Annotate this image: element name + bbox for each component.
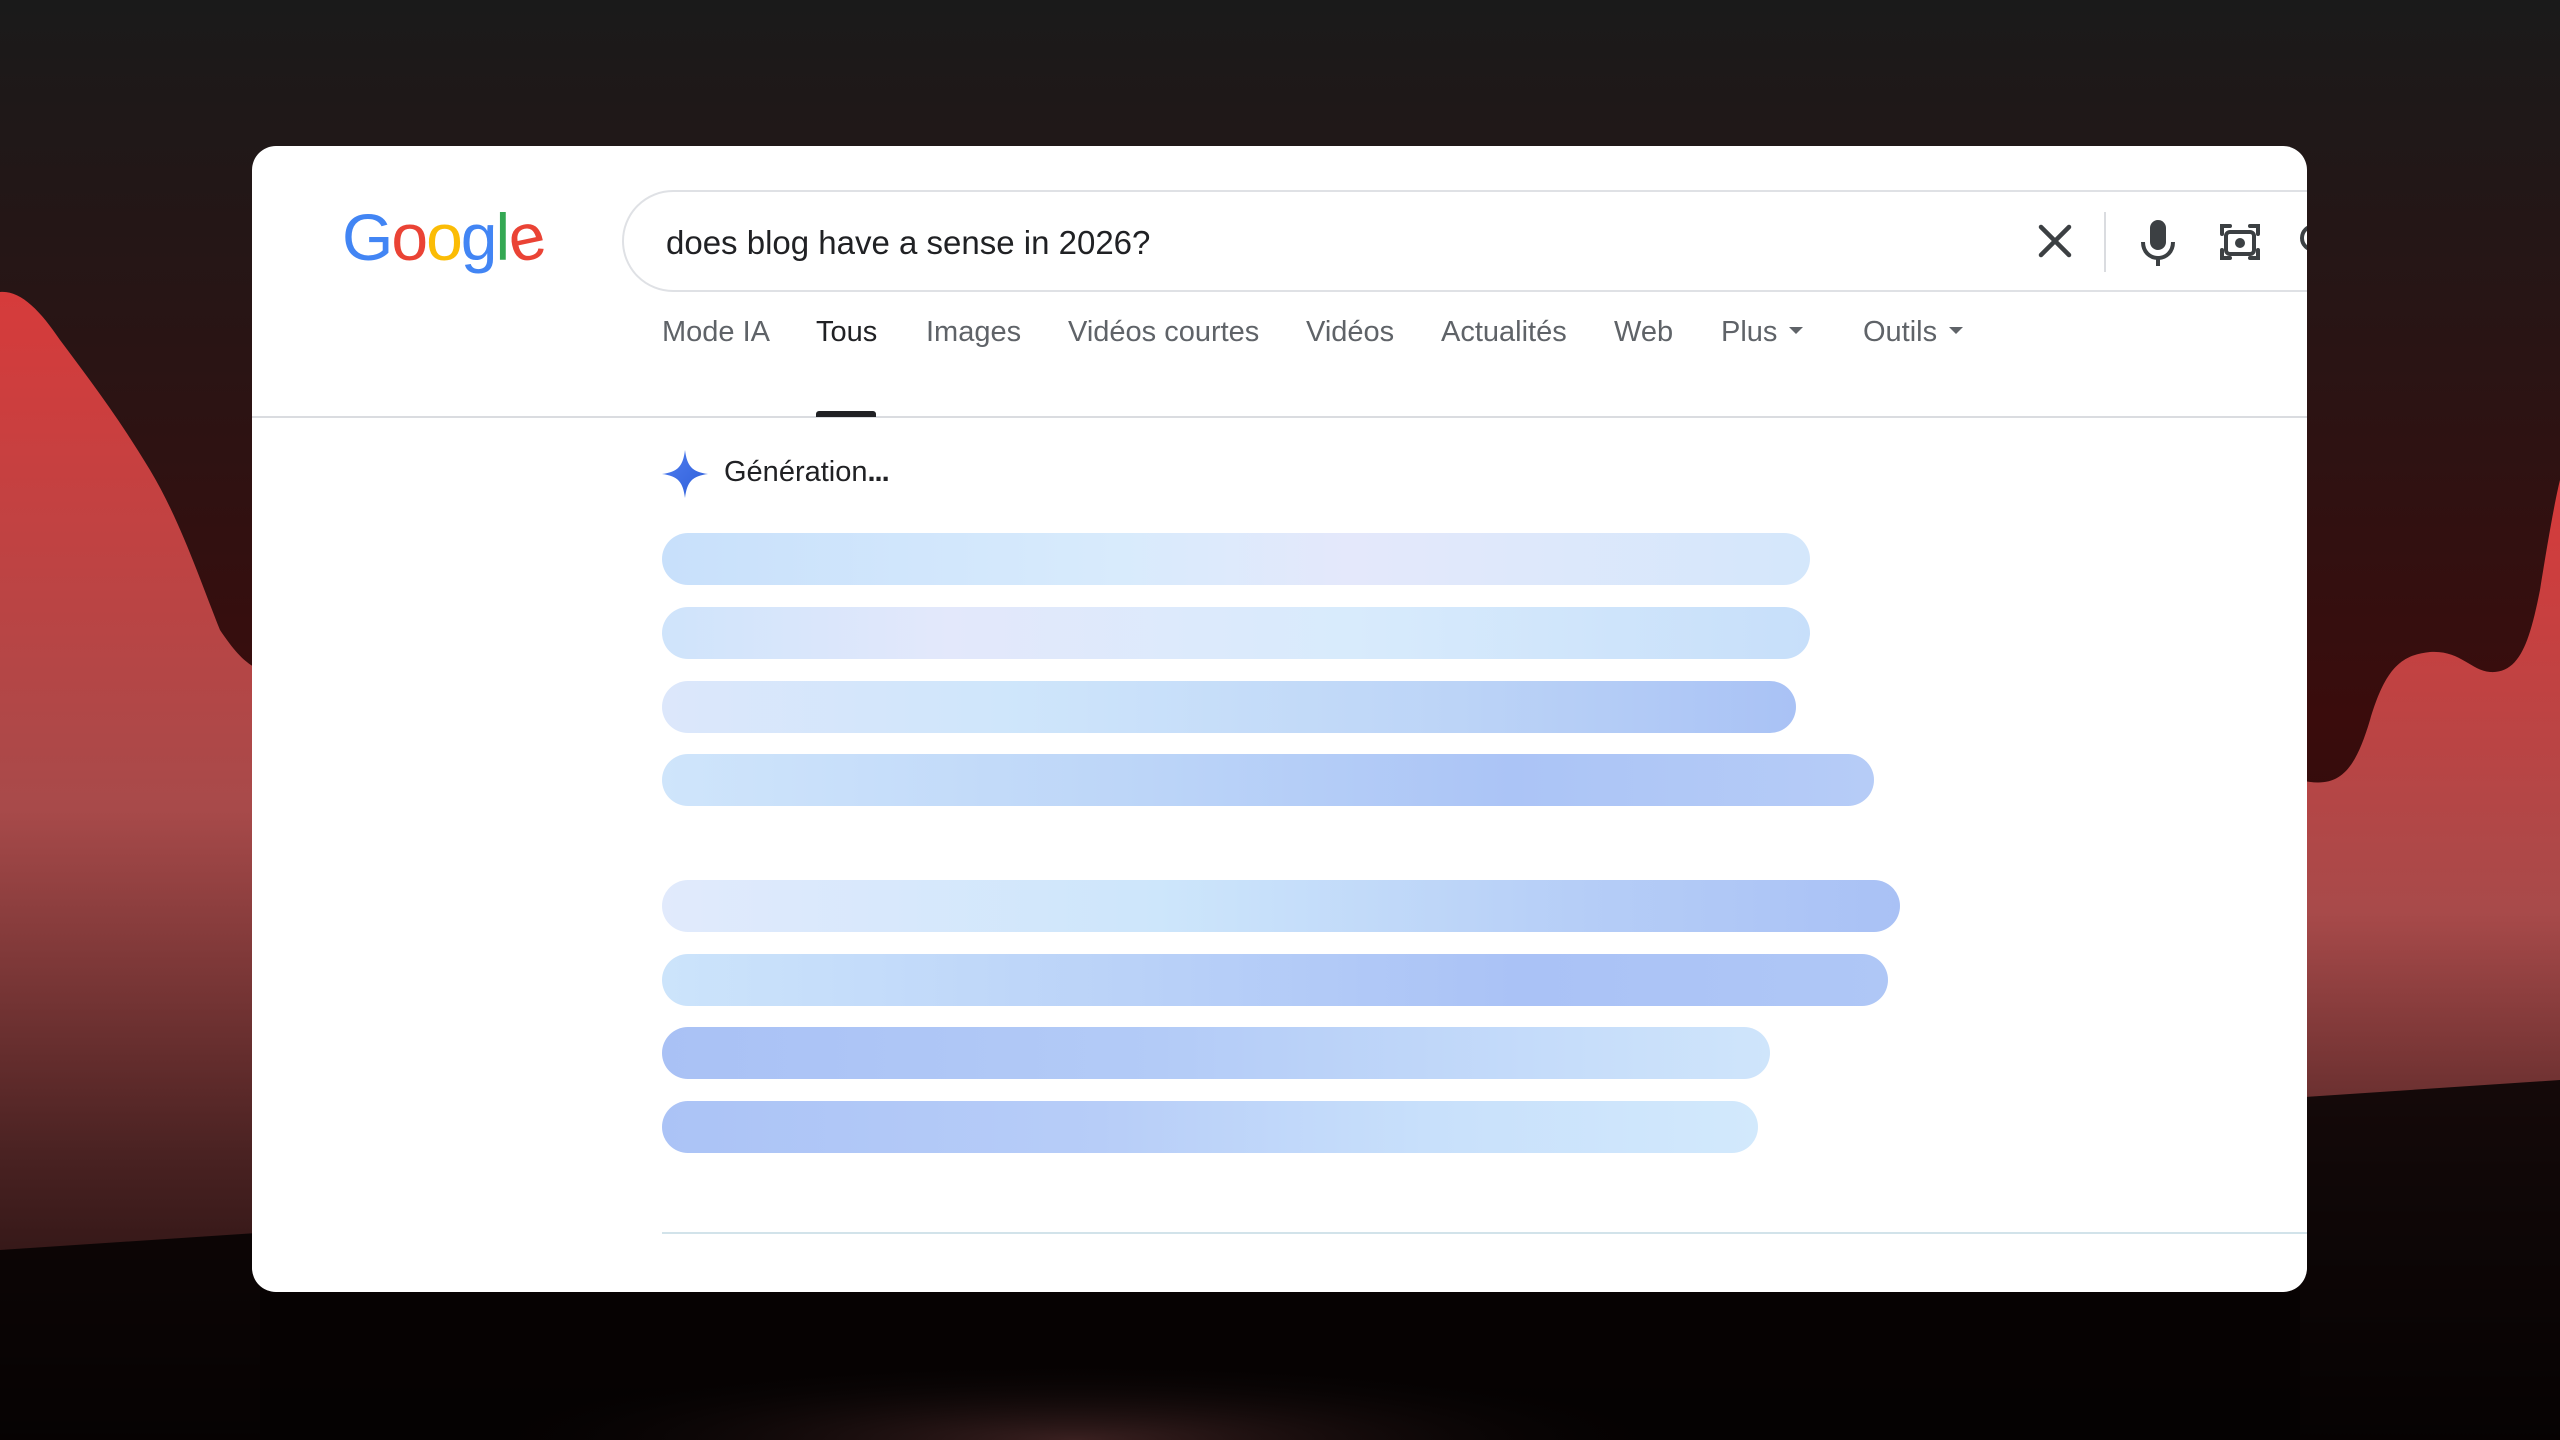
tab-label: Actualités [1441,316,1567,348]
logo-letter-g: G [342,200,393,274]
tab-label: Plus [1721,316,1778,348]
loading-skeleton-bar [662,754,1874,806]
microphone-icon [2141,220,2175,266]
gemini-spark-icon [662,450,708,498]
voice-search-button[interactable] [2130,212,2186,272]
tab-actualites[interactable]: Actualités [1441,316,1567,349]
loading-skeleton-bar [662,1027,1770,1079]
tab-label: Images [926,316,1022,348]
logo-letter-o2: o [426,200,463,274]
logo-letter-e: e [500,197,551,277]
search-results-window: Google does blog have a sense in 2026? M… [252,146,2307,1292]
tab-tous[interactable]: Tous [816,316,877,349]
loading-skeleton-bar [662,1101,1758,1153]
ai-overview-status: Génération... [724,456,890,489]
tab-label: Web [1614,316,1674,348]
tab-label: Vidéos courtes [1068,316,1260,348]
generation-text: Génération [724,456,868,488]
tab-label: Outils [1863,316,1938,348]
loading-skeleton-bar [662,954,1888,1006]
tab-mode-ia[interactable]: Mode IA [662,316,770,349]
tab-label: Tous [816,316,878,348]
loading-skeleton-bar [662,681,1796,733]
search-box-divider [2104,212,2106,272]
active-tab-indicator [816,411,876,417]
generation-dots: ... [867,456,890,488]
tab-label: Vidéos [1306,316,1395,348]
tab-label: Mode IA [662,316,770,348]
loading-skeleton-bar [662,607,1810,659]
logo-letter-g2: g [460,200,498,274]
tab-images[interactable]: Images [926,316,1021,349]
search-button[interactable] [2288,212,2307,272]
clear-button[interactable] [2031,217,2079,265]
section-divider [662,1232,2307,1234]
tab-videos-courtes[interactable]: Vidéos courtes [1068,316,1259,349]
search-tabs-bar [252,334,2307,418]
loading-skeleton-bar [662,880,1900,932]
search-input[interactable] [664,216,1968,270]
chevron-down-icon [1949,326,1964,334]
search-icon [2300,225,2307,251]
tab-web[interactable]: Web [1614,316,1673,349]
camera-lens-icon [2220,224,2260,260]
loading-skeleton-bar [662,533,1810,585]
close-icon [2038,224,2072,258]
chevron-down-icon [1789,326,1804,334]
tab-outils[interactable]: Outils [1863,316,1964,349]
google-logo[interactable]: Google [342,197,550,277]
logo-letter-o1: o [391,200,428,274]
tab-videos[interactable]: Vidéos [1306,316,1394,349]
tab-plus[interactable]: Plus [1721,316,1804,349]
search-box [622,190,2307,292]
image-search-button[interactable] [2210,212,2270,272]
